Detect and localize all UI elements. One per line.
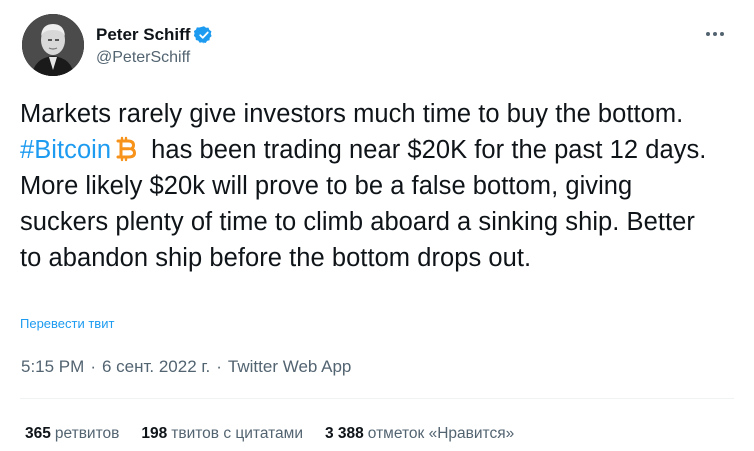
tweet-source[interactable]: Twitter Web App	[228, 357, 351, 377]
tweet-card: Peter Schiff @PeterSchiff Markets rarely…	[0, 0, 754, 451]
author-handle[interactable]: @PeterSchiff	[96, 49, 190, 67]
meta-separator: ·	[216, 357, 222, 376]
retweets-stat[interactable]: 365 ретвитов	[25, 425, 119, 443]
translate-tweet-link[interactable]: Перевести твит	[20, 316, 114, 331]
more-horizontal-icon	[706, 32, 710, 36]
avatar[interactable]	[22, 14, 84, 76]
likes-stat[interactable]: 3 388 отметок «Нравится»	[325, 425, 514, 443]
retweets-count: 365	[25, 425, 51, 442]
quotes-label: твитов с цитатами	[171, 425, 303, 442]
tweet-text-part1: Markets rarely give investors much time …	[20, 100, 684, 128]
tweet-text: Markets rarely give investors much time …	[20, 96, 720, 276]
likes-label: отметок «Нравится»	[367, 425, 515, 442]
likes-count: 3 388	[325, 425, 364, 442]
retweets-label: ретвитов	[54, 425, 120, 442]
meta-separator: ·	[90, 357, 96, 376]
tweet-time[interactable]: 5:15 PM	[21, 357, 84, 377]
tweet-meta: 5:15 PM · 6 сент. 2022 г. · Twitter Web …	[21, 357, 351, 377]
divider	[20, 398, 734, 399]
verified-badge-icon	[194, 25, 214, 45]
author-name-row[interactable]: Peter Schiff	[96, 24, 214, 46]
quotes-count: 198	[141, 425, 168, 442]
tweet-date[interactable]: 6 сент. 2022 г.	[102, 357, 210, 377]
bitcoin-icon	[113, 136, 139, 162]
more-options-button[interactable]	[700, 22, 730, 46]
hashtag-link[interactable]: #Bitcoin	[20, 136, 111, 164]
quotes-stat[interactable]: 198 твитов с цитатами	[141, 425, 303, 443]
tweet-stats: 365 ретвитов 198 твитов с цитатами 3 388…	[25, 425, 536, 443]
author-name[interactable]: Peter Schiff	[96, 25, 190, 45]
